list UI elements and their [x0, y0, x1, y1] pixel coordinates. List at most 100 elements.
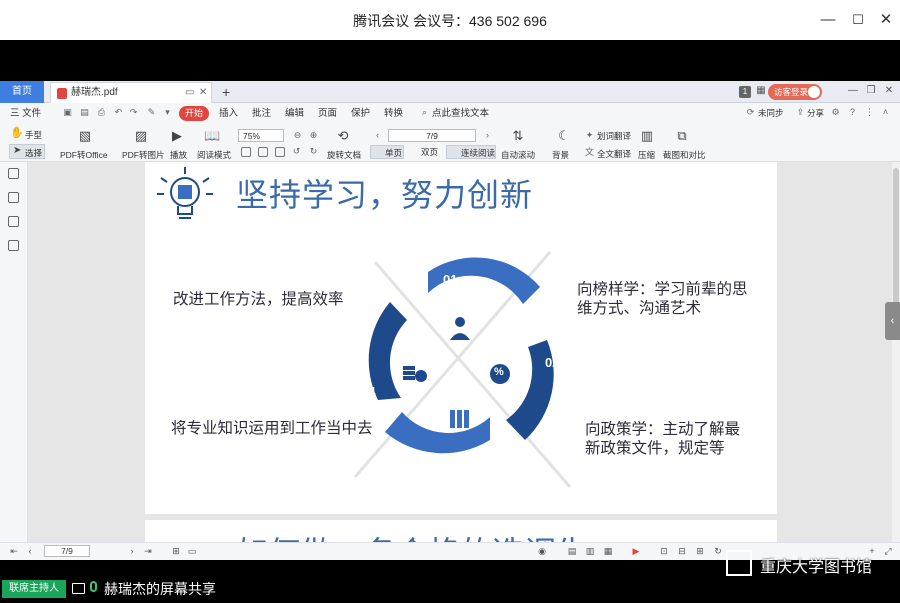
view-double-icon[interactable]: ▥ — [584, 545, 596, 557]
tab-close-icon[interactable]: ✕ — [199, 83, 207, 103]
scrollbar-thumb[interactable] — [893, 168, 899, 308]
zoom-status-icon[interactable]: ⊞ — [694, 545, 706, 557]
guest-login-button[interactable]: 访客登录 — [768, 84, 822, 100]
zoom-select[interactable]: 75% — [238, 129, 284, 142]
annotation-icon[interactable] — [8, 216, 19, 227]
find-text-button[interactable]: 点此查找文本 — [432, 103, 489, 124]
save-icon[interactable]: ▤ — [79, 107, 90, 118]
more-chevron-icon[interactable]: ▾ — [162, 107, 173, 118]
zoom-in-icon[interactable]: ⊕ — [308, 130, 319, 141]
segment-01-label: 01 — [443, 272, 458, 287]
rotate-document-button[interactable]: 旋转文档 — [327, 149, 361, 161]
layout-icon[interactable]: ▦ — [754, 84, 768, 98]
settings-icon[interactable]: ⚙ — [830, 107, 841, 118]
menu-convert[interactable]: 转换 — [384, 103, 403, 124]
pdf-file-icon — [57, 88, 67, 99]
screenshot-compare-button[interactable]: 截图和对比 — [663, 149, 706, 161]
menu-annotate[interactable]: 批注 — [252, 103, 271, 124]
zoom-out-icon[interactable]: ⊖ — [292, 130, 303, 141]
menu-start[interactable]: 开始 — [179, 106, 209, 121]
continuous-read-button[interactable]: 连续阅读 — [446, 145, 496, 159]
segment-04-label: 04 — [361, 384, 376, 399]
read-mode-button[interactable]: 阅读模式 — [197, 149, 231, 161]
first-page-icon[interactable]: ⇤ — [8, 545, 20, 557]
maximize-button[interactable]: ☐ — [848, 10, 868, 30]
thumbnail-icon[interactable] — [8, 168, 19, 179]
search-icon: ⌕ — [421, 107, 428, 117]
double-page-button[interactable]: 双页 — [407, 145, 443, 159]
hand-icon: ✋ — [10, 127, 24, 139]
status-prev-page-icon[interactable]: ‹ — [24, 545, 36, 557]
undo-icon[interactable]: ↶ — [113, 107, 124, 118]
background-button[interactable]: 背景 — [552, 149, 569, 161]
play-button[interactable]: 播放 — [170, 149, 187, 161]
zoom-value: 75% — [243, 131, 261, 141]
sync-status[interactable]: 未同步 — [758, 103, 784, 124]
rotate-status-icon[interactable]: ↻ — [712, 545, 724, 557]
last-page-icon[interactable]: ⇥ — [142, 545, 154, 557]
view-continuous-icon[interactable]: ▦ — [602, 545, 614, 557]
open-icon[interactable]: ▣ — [62, 107, 73, 118]
hand-tool-button[interactable]: 手型 — [25, 129, 42, 141]
status-page-input[interactable]: 7/9 — [44, 545, 90, 557]
next-page-icon[interactable]: › — [482, 130, 493, 141]
rotate-left-icon[interactable]: ↺ — [291, 146, 302, 157]
select-tool-button[interactable]: 选择 ➤ — [9, 144, 45, 159]
add-page-icon[interactable]: ⊞ — [170, 545, 182, 557]
menu-insert[interactable]: 插入 — [219, 103, 238, 124]
window-count-badge: 1 — [739, 86, 751, 98]
fit-width-status-icon[interactable]: ⊟ — [676, 545, 688, 557]
fullscreen-icon[interactable]: ⤢ — [882, 545, 894, 557]
books-icon — [450, 410, 469, 428]
pdf-to-office-button[interactable]: PDF转Office — [60, 149, 108, 161]
menu-protect[interactable]: 保护 — [351, 103, 370, 124]
window-minimize-icon[interactable]: — — [846, 84, 860, 98]
lightbulb-puzzle-icon — [157, 167, 213, 219]
pdf-to-image-button[interactable]: PDF转图片 — [122, 149, 165, 161]
full-translate-button[interactable]: 全文翻译 — [597, 148, 631, 160]
rotate-document-icon: ⟲ — [337, 128, 349, 143]
page-icon[interactable]: ▭ — [186, 545, 198, 557]
rotate-right-icon[interactable]: ↻ — [308, 146, 319, 157]
bookmark-icon[interactable] — [8, 192, 19, 203]
view-single-icon[interactable]: ▤ — [566, 545, 578, 557]
eye-protect-icon[interactable]: ◉ — [536, 545, 548, 557]
fit-page-icon[interactable] — [241, 147, 251, 157]
tab-window-icon[interactable]: ▭ — [185, 83, 194, 103]
auto-scroll-button[interactable]: 自动滚动 — [501, 149, 535, 161]
actual-size-icon[interactable] — [258, 147, 268, 157]
share-button[interactable]: 分享 — [807, 103, 824, 124]
fit-status-icon[interactable]: ⊡ — [658, 545, 670, 557]
play-status-icon[interactable]: ▶ — [630, 545, 642, 557]
tab-home[interactable]: 首页 — [0, 81, 44, 103]
window-restore-icon[interactable]: ❐ — [864, 84, 878, 98]
add-tab-button[interactable]: + — [222, 82, 236, 102]
prev-page-icon[interactable]: ‹ — [372, 130, 383, 141]
window-close-icon[interactable]: ✕ — [882, 84, 896, 98]
share-icon: ⇪ — [796, 107, 805, 117]
page-number-input[interactable]: 7/9 — [388, 129, 476, 142]
side-panel-toggle[interactable]: ‹ — [885, 302, 900, 340]
single-page-button[interactable]: 单页 — [370, 145, 404, 159]
collapse-ribbon-icon[interactable]: ˄ — [880, 107, 891, 118]
help-icon[interactable]: ? — [847, 107, 858, 118]
minimize-button[interactable]: — — [818, 10, 838, 30]
tab-document[interactable]: 赫瑞杰.pdf ▭ ✕ — [50, 82, 212, 103]
guest-login-label: 访客登录 — [774, 87, 809, 97]
close-button[interactable]: ✕ — [876, 10, 896, 30]
co-host-badge: 联席主持人 — [2, 580, 66, 598]
redo-icon[interactable]: ↷ — [128, 107, 139, 118]
menu-file[interactable]: 三 文件 — [10, 103, 41, 124]
fit-width-icon[interactable] — [275, 147, 285, 157]
word-translate-button[interactable]: 划词翻译 — [597, 130, 631, 142]
stamp-icon[interactable]: ✎ — [146, 107, 157, 118]
compress-icon: ▥ — [640, 128, 654, 143]
status-next-page-icon[interactable]: › — [126, 545, 138, 557]
menu-edit[interactable]: 编辑 — [285, 103, 304, 124]
attachment-icon[interactable] — [8, 240, 19, 251]
menu-page[interactable]: 页面 — [318, 103, 337, 124]
compress-button[interactable]: 压缩 — [638, 149, 655, 161]
cursor-icon: ➤ — [13, 145, 22, 156]
more-icon[interactable]: ⋮ — [864, 107, 875, 118]
print-icon[interactable]: ⎙ — [96, 107, 107, 118]
